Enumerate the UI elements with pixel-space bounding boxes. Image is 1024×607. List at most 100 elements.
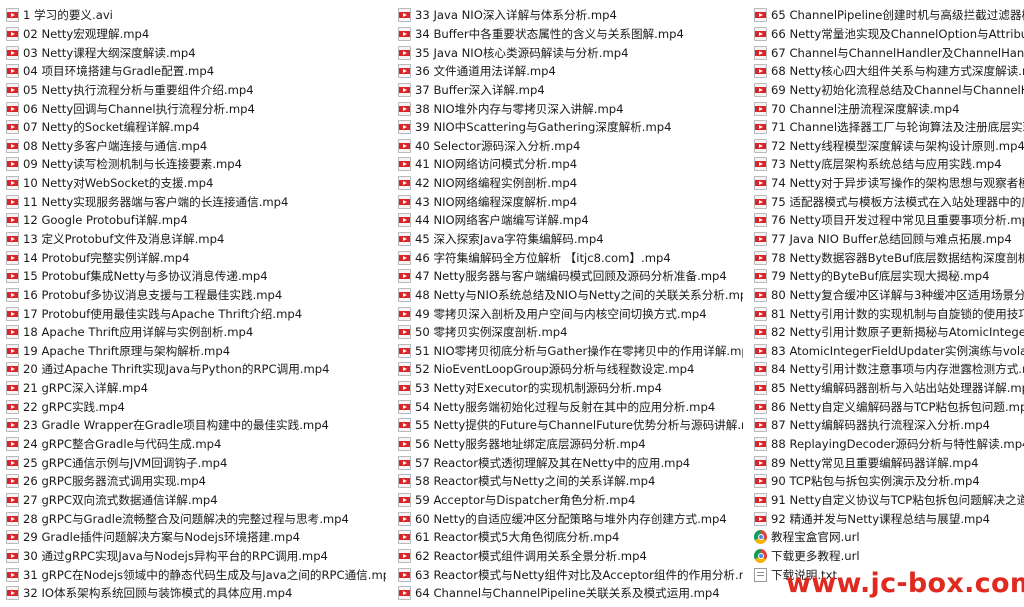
file-item[interactable]: 66 Netty常量池实现及ChannelOption与Attribute作用分… <box>754 25 1024 44</box>
file-item[interactable]: 18 Apache Thrift应用详解与实例剖析.mp4 <box>6 323 386 342</box>
file-item[interactable]: 35 Java NIO核心类源码解读与分析.mp4 <box>398 43 743 62</box>
file-item[interactable]: 02 Netty宏观理解.mp4 <box>6 25 386 44</box>
file-item[interactable]: 87 Netty编解码器执行流程深入分析.mp4 <box>754 416 1024 435</box>
file-item[interactable]: 67 Channel与ChannelHandler及ChannelHandler… <box>754 43 1024 62</box>
file-item[interactable]: 11 Netty实现服务器端与客户端的长连接通信.mp4 <box>6 192 386 211</box>
file-item[interactable]: 68 Netty核心四大组件关系与构建方式深度解读.mp4 <box>754 62 1024 81</box>
file-item[interactable]: 1 学习的要义.avi <box>6 6 386 25</box>
file-item[interactable]: 29 Gradle插件问题解决方案与Nodejs环境搭建.mp4 <box>6 528 386 547</box>
file-item[interactable]: 81 Netty引用计数的实现机制与自旋锁的使用技巧.mp4 <box>754 304 1024 323</box>
file-item[interactable]: 23 Gradle Wrapper在Gradle项目构建中的最佳实践.mp4 <box>6 416 386 435</box>
file-item[interactable]: 19 Apache Thrift原理与架构解析.mp4 <box>6 342 386 361</box>
file-item[interactable]: 47 Netty服务器与客户端编码模式回顾及源码分析准备.mp4 <box>398 267 743 286</box>
file-item[interactable]: 39 NIO中Scattering与Gathering深度解析.mp4 <box>398 118 743 137</box>
file-item[interactable]: 59 Acceptor与Dispatcher角色分析.mp4 <box>398 491 743 510</box>
file-item[interactable]: 05 Netty执行流程分析与重要组件介绍.mp4 <box>6 81 386 100</box>
file-item[interactable]: 07 Netty的Socket编程详解.mp4 <box>6 118 386 137</box>
file-item[interactable]: 89 Netty常见且重要编解码器详解.mp4 <box>754 453 1024 472</box>
file-item[interactable]: 25 gRPC通信示例与JVM回调钩子.mp4 <box>6 453 386 472</box>
file-item[interactable]: 84 Netty引用计数注意事项与内存泄露检测方式.mp4 <box>754 360 1024 379</box>
file-item[interactable]: 13 定义Protobuf文件及消息详解.mp4 <box>6 230 386 249</box>
file-item[interactable]: 78 Netty数据容器ByteBuf底层数据结构深度剖析.mp4 <box>754 248 1024 267</box>
file-item[interactable]: 20 通过Apache Thrift实现Java与Python的RPC调用.mp… <box>6 360 386 379</box>
file-item[interactable]: 22 gRPC实践.mp4 <box>6 397 386 416</box>
file-item[interactable]: 77 Java NIO Buffer总结回顾与难点拓展.mp4 <box>754 230 1024 249</box>
file-item[interactable]: 24 gRPC整合Gradle与代码生成.mp4 <box>6 435 386 454</box>
file-item[interactable]: 06 Netty回调与Channel执行流程分析.mp4 <box>6 99 386 118</box>
file-item[interactable]: 30 通过gRPC实现Java与Nodejs异构平台的RPC调用.mp4 <box>6 547 386 566</box>
file-item[interactable]: 53 Netty对Executor的实现机制源码分析.mp4 <box>398 379 743 398</box>
file-item[interactable]: 90 TCP粘包与拆包实例演示及分析.mp4 <box>754 472 1024 491</box>
file-item[interactable]: 86 Netty自定义编解码器与TCP粘包拆包问题.mp4 <box>754 397 1024 416</box>
file-item[interactable]: 37 Buffer深入详解.mp4 <box>398 81 743 100</box>
file-item[interactable]: 21 gRPC深入详解.mp4 <box>6 379 386 398</box>
file-item[interactable]: 88 ReplayingDecoder源码分析与特性解读.mp4 <box>754 435 1024 454</box>
file-item[interactable]: 27 gRPC双向流式数据通信详解.mp4 <box>6 491 386 510</box>
file-item[interactable]: 32 IO体系架构系统回顾与装饰模式的具体应用.mp4 <box>6 584 386 603</box>
file-item[interactable]: 42 NIO网络编程实例剖析.mp4 <box>398 174 743 193</box>
file-item[interactable]: 85 Netty编解码器剖析与入站出站处理器详解.mp4 <box>754 379 1024 398</box>
file-item[interactable]: 教程宝盒官网.url <box>754 528 1024 547</box>
file-item[interactable]: 46 字符集编解码全方位解析 【itjc8.com】.mp4 <box>398 248 743 267</box>
file-item[interactable]: 52 NioEventLoopGroup源码分析与线程数设定.mp4 <box>398 360 743 379</box>
file-item[interactable]: 28 gRPC与Gradle流畅整合及问题解决的完整过程与思考.mp4 <box>6 509 386 528</box>
file-item[interactable]: 03 Netty课程大纲深度解读.mp4 <box>6 43 386 62</box>
file-item[interactable]: 36 文件通道用法详解.mp4 <box>398 62 743 81</box>
video-file-icon <box>6 82 19 97</box>
file-item[interactable]: 04 项目环境搭建与Gradle配置.mp4 <box>6 62 386 81</box>
file-item[interactable]: 83 AtomicIntegerFieldUpdater实例演练与volatil… <box>754 342 1024 361</box>
file-item[interactable]: 65 ChannelPipeline创建时机与高级拦截过滤器模式的运用.mp4 <box>754 6 1024 25</box>
file-item[interactable]: 49 零拷贝深入剖析及用户空间与内核空间切换方式.mp4 <box>398 304 743 323</box>
file-item[interactable]: 54 Netty服务端初始化过程与反射在其中的应用分析.mp4 <box>398 397 743 416</box>
file-item[interactable]: 41 NIO网络访问模式分析.mp4 <box>398 155 743 174</box>
file-item[interactable]: 10 Netty对WebSocket的支援.mp4 <box>6 174 386 193</box>
file-item[interactable]: 61 Reactor模式5大角色彻底分析.mp4 <box>398 528 743 547</box>
video-file-icon <box>398 437 411 452</box>
file-item[interactable]: 82 Netty引用计数原子更新揭秘与AtomicIntegerFieldUpd… <box>754 323 1024 342</box>
file-item[interactable]: 76 Netty项目开发过程中常见且重要事项分析.mp4 <box>754 211 1024 230</box>
file-item[interactable]: 12 Google Protobuf详解.mp4 <box>6 211 386 230</box>
file-item[interactable]: 26 gRPC服务器流式调用实现.mp4 <box>6 472 386 491</box>
file-item[interactable]: 57 Reactor模式透彻理解及其在Netty中的应用.mp4 <box>398 453 743 472</box>
file-item[interactable]: 34 Buffer中各重要状态属性的含义与关系图解.mp4 <box>398 25 743 44</box>
file-item[interactable]: 70 Channel注册流程深度解读.mp4 <box>754 99 1024 118</box>
file-item[interactable]: 56 Netty服务器地址绑定底层源码分析.mp4 <box>398 435 743 454</box>
video-file-icon <box>398 548 411 563</box>
file-item[interactable]: 62 Reactor模式组件调用关系全景分析.mp4 <box>398 547 743 566</box>
file-item[interactable]: 73 Netty底层架构系统总结与应用实践.mp4 <box>754 155 1024 174</box>
file-item[interactable]: 45 深入探索Java字符集编解码.mp4 <box>398 230 743 249</box>
file-item[interactable]: 58 Reactor模式与Netty之间的关系详解.mp4 <box>398 472 743 491</box>
file-item[interactable]: 08 Netty多客户端连接与通信.mp4 <box>6 136 386 155</box>
file-item[interactable]: 43 NIO网络编程深度解析.mp4 <box>398 192 743 211</box>
file-name: 37 Buffer深入详解.mp4 <box>415 82 545 97</box>
video-file-icon <box>6 138 19 153</box>
file-item[interactable]: 48 Netty与NIO系统总结及NIO与Netty之间的关联关系分析.mp4 <box>398 286 743 305</box>
file-item[interactable]: 74 Netty对于异步读写操作的架构思想与观察者模式的重要应用.mp4 <box>754 174 1024 193</box>
file-item[interactable]: 14 Protobuf完整实例详解.mp4 <box>6 248 386 267</box>
file-item[interactable]: 31 gRPC在Nodejs领域中的静态代码生成及与Java之间的RPC通信.m… <box>6 565 386 584</box>
file-item[interactable]: 33 Java NIO深入详解与体系分析.mp4 <box>398 6 743 25</box>
video-file-icon <box>6 455 19 470</box>
file-item[interactable]: 91 Netty自定义协议与TCP粘包拆包问题解决之道.mp4 <box>754 491 1024 510</box>
file-item[interactable]: 69 Netty初始化流程总结及Channel与ChannelHandlerCo… <box>754 81 1024 100</box>
file-item[interactable]: 15 Protobuf集成Netty与多协议消息传递.mp4 <box>6 267 386 286</box>
file-item[interactable]: 72 Netty线程模型深度解读与架构设计原则.mp4 <box>754 136 1024 155</box>
file-item[interactable]: 79 Netty的ByteBuf底层实现大揭秘.mp4 <box>754 267 1024 286</box>
file-item[interactable]: 17 Protobuf使用最佳实践与Apache Thrift介绍.mp4 <box>6 304 386 323</box>
file-item[interactable]: 50 零拷贝实例深度剖析.mp4 <box>398 323 743 342</box>
file-item[interactable]: 38 NIO堆外内存与零拷贝深入讲解.mp4 <box>398 99 743 118</box>
file-item[interactable]: 80 Netty复合缓冲区详解与3种缓冲区适用场景分析.mp4 <box>754 286 1024 305</box>
file-item[interactable]: 75 适配器模式与模板方法模式在入站处理器中的应用.mp4 <box>754 192 1024 211</box>
file-item[interactable]: 44 NIO网络客户端编写详解.mp4 <box>398 211 743 230</box>
file-item[interactable]: 16 Protobuf多协议消息支援与工程最佳实践.mp4 <box>6 286 386 305</box>
file-item[interactable]: 92 精通并发与Netty课程总结与展望.mp4 <box>754 509 1024 528</box>
file-item[interactable]: 64 Channel与ChannelPipeline关联关系及模式运用.mp4 <box>398 584 743 603</box>
file-item[interactable]: 55 Netty提供的Future与ChannelFuture优势分析与源码讲解… <box>398 416 743 435</box>
file-item[interactable]: 40 Selector源码深入分析.mp4 <box>398 136 743 155</box>
file-item[interactable]: 63 Reactor模式与Netty组件对比及Acceptor组件的作用分析.m… <box>398 565 743 584</box>
file-item[interactable]: 60 Netty的自适应缓冲区分配策略与堆外内存创建方式.mp4 <box>398 509 743 528</box>
file-item[interactable]: 51 NIO零拷贝彻底分析与Gather操作在零拷贝中的作用详解.mp4 <box>398 342 743 361</box>
file-item[interactable]: 09 Netty读写检测机制与长连接要素.mp4 <box>6 155 386 174</box>
file-item[interactable]: 下载更多教程.url <box>754 547 1024 566</box>
file-item[interactable]: 71 Channel选择器工厂与轮询算法及注册底层实现.mp4 <box>754 118 1024 137</box>
